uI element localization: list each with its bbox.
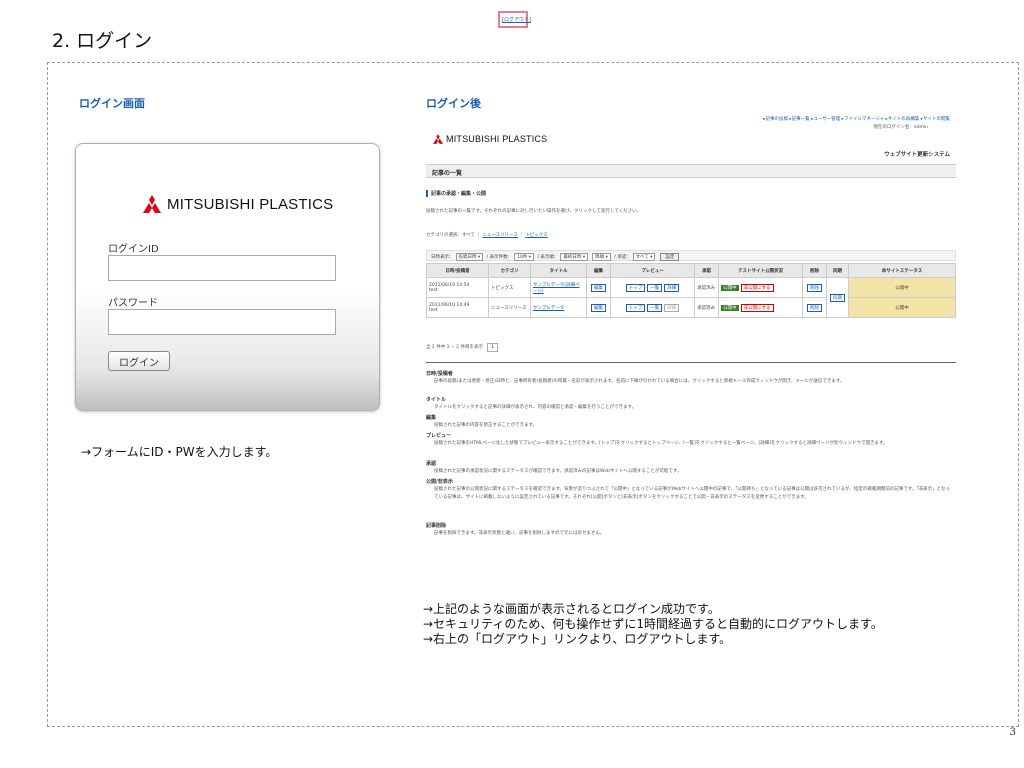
date-display-select[interactable]: 投稿日時 ▾	[455, 253, 484, 261]
login-id-label: ログインID	[108, 244, 159, 255]
admin-top-links: ▸記事の投稿 ▸記事一覧 ▸ユーザー管理 ▸ファイルマネージャ ▸サイトの再構築…	[763, 117, 950, 122]
table-row: 2011/06/10 14:49 test ニュースリリース サンプルデータ 編集…	[426, 297, 956, 318]
help-desc: 投稿された記事の内容を修正することができます。	[434, 423, 538, 428]
delete-button[interactable]: 削除	[807, 283, 822, 292]
logo-text: MITSUBISHI PLASTICS	[167, 195, 334, 213]
help-term: 公開/非表示	[426, 479, 453, 485]
subhead: 記事の承認・編集・公開	[426, 190, 486, 197]
preview-list-button[interactable]: 一覧	[647, 303, 663, 312]
unpublish-button[interactable]: 非公開にする	[740, 283, 774, 292]
apply-filter-button[interactable]: 設定	[660, 253, 680, 261]
col-date: 日時/投稿者	[426, 263, 489, 278]
col-title: タイトル	[530, 263, 587, 278]
page-title: 2. ログイン	[52, 30, 153, 52]
current-user: 現在のログイン名：admin	[873, 125, 928, 130]
login-id-input[interactable]	[108, 255, 336, 281]
preview-detail-button[interactable]: 詳細	[664, 303, 680, 312]
preview-top-button[interactable]: トップ	[625, 283, 646, 292]
delete-button[interactable]: 削除	[807, 303, 822, 312]
page-bar: 記事の一覧	[426, 164, 956, 178]
note-line: →セキュリティのため、何も操作せずに1時間経過すると自動的にログアウトします。	[423, 617, 883, 631]
preview-list-button[interactable]: 一覧	[647, 283, 663, 292]
help-term: プレビュー	[426, 433, 452, 439]
unpublish-button[interactable]: 非公開にする	[740, 303, 774, 312]
col-delete: 削除	[802, 263, 827, 278]
system-name: ウェブサイト更新システム	[884, 152, 950, 158]
help-desc: タイトルをクリックすると記事の詳細が表示され、内容の確認と承認・編集を行うことが…	[434, 405, 637, 410]
logout-link[interactable]: [ログアウト]	[502, 16, 531, 23]
divider	[426, 362, 956, 363]
password-input[interactable]	[108, 309, 336, 335]
company-logo: MITSUBISHI PLASTICS	[141, 195, 333, 213]
three-diamonds-icon	[433, 134, 443, 144]
approval-select[interactable]: すべて ▾	[632, 253, 656, 261]
login-form: MITSUBISHI PLASTICS ログインID パスワード ログイン	[75, 143, 380, 411]
admin-logo: MITSUBISHI PLASTICS	[432, 134, 547, 144]
status-badge: 公開中	[721, 304, 739, 311]
category-selector: カテゴリの選択：すべて ｜ ニュースリリース ｜ トピックス	[426, 233, 548, 238]
help-desc: 投稿された記事をHTMLページ化した状態でプレビュー表示することができます。[ト…	[434, 441, 888, 446]
edit-button[interactable]: 編集	[591, 303, 606, 312]
intro-text: 投稿された記事の一覧です。それぞれの記事に対し行いたい操作を選び、クリックして実…	[426, 209, 642, 214]
col-category: カテゴリ	[488, 263, 531, 278]
article-title-link[interactable]: サンプルデータ	[533, 306, 564, 311]
per-page-select[interactable]: 10件 ▾	[514, 253, 535, 261]
col-edit: 編集	[586, 263, 611, 278]
section-title-after-login: ログイン後	[426, 97, 481, 110]
page-number: 3	[1009, 727, 1016, 738]
sort-order-select[interactable]: 降順 ▾	[592, 253, 611, 261]
col-test-status: テストサイト公開状況	[718, 263, 803, 278]
preview-detail-button[interactable]: 詳細	[664, 283, 680, 292]
three-diamonds-icon	[143, 195, 161, 213]
article-table: 日時/投稿者 カテゴリ タイトル 編集 プレビュー 承認 テストサイト公開状況 …	[426, 263, 956, 318]
col-sync: 同期	[826, 263, 849, 278]
preview-top-button[interactable]: トップ	[625, 303, 646, 312]
table-row: 2011/06/10 14:54 test トピックス サンプルデータ(詳細ページ…	[426, 277, 956, 318]
login-form-note: →フォームにID・PWを入力します。	[81, 445, 278, 459]
category-link-topics[interactable]: トピックス	[525, 233, 547, 238]
password-label: パスワード	[108, 298, 158, 309]
status-badge: 公開中	[721, 284, 739, 291]
help-term: 承認	[426, 461, 437, 467]
sort-field-select[interactable]: 最終日時 ▾	[560, 253, 589, 261]
col-approval: 承認	[694, 263, 719, 278]
help-desc: 記事を削除できます。非表示状態と違い、記事を削除しますので元には戻せません。	[434, 531, 605, 536]
site-status: 公開中	[848, 297, 956, 318]
help-term: 記事削除	[426, 523, 447, 529]
col-preview: プレビュー	[610, 263, 695, 278]
filter-bar: 日時表示： 投稿日時 ▾ / 表示件数： 10件 ▾ / 表示順： 最終日時 ▾ 降順 …	[426, 250, 956, 261]
help-desc: 投稿された記事の承認状況に関するステータスが確認できます。承認済みの記事はWeb…	[434, 469, 682, 474]
help-term: タイトル	[426, 397, 447, 403]
note-line: →上記のような画面が表示されるとログイン成功です。	[423, 602, 720, 616]
help-term: 日時/投稿者	[426, 371, 453, 377]
help-term: 編集	[426, 415, 437, 421]
col-site-status: 本サイトステータス	[848, 263, 956, 278]
edit-button[interactable]: 編集	[591, 283, 606, 292]
note-line: →右上の「ログアウト」リンクより、ログアウトします。	[423, 632, 732, 646]
login-button[interactable]: ログイン	[108, 351, 170, 371]
help-desc: 記事の投稿(または更新・修正)日時と、記事所有者(投稿者)の所属・名前が表示され…	[434, 379, 845, 384]
table-header-row: 日時/投稿者 カテゴリ タイトル 編集 プレビュー 承認 テストサイト公開状況 …	[426, 263, 956, 278]
sync-button[interactable]: 同期	[830, 293, 845, 302]
category-link-news[interactable]: ニュースリリース	[482, 233, 518, 238]
admin-screenshot: ▸記事の投稿 ▸記事一覧 ▸ユーザー管理 ▸ファイルマネージャ ▸サイトの再構築…	[426, 114, 956, 584]
site-status: 公開中	[848, 277, 956, 298]
section-title-login-screen: ログイン画面	[79, 97, 145, 110]
pager: 全 2 件中 1 − 2 件目を表示 1	[426, 343, 498, 352]
page-button-1[interactable]: 1	[486, 343, 498, 352]
help-desc: 投稿された記事の公開状況に関するステータスを確認できます。背景が塗りつぶされて「…	[434, 487, 951, 500]
after-login-notes: →上記のような画面が表示されるとログイン成功です。 →セキュリティのため、何も操…	[423, 602, 883, 647]
admin-logo-text: MITSUBISHI PLASTICS	[446, 134, 548, 144]
article-title-link[interactable]: サンプルデータ(詳細ページ)	[533, 283, 580, 294]
